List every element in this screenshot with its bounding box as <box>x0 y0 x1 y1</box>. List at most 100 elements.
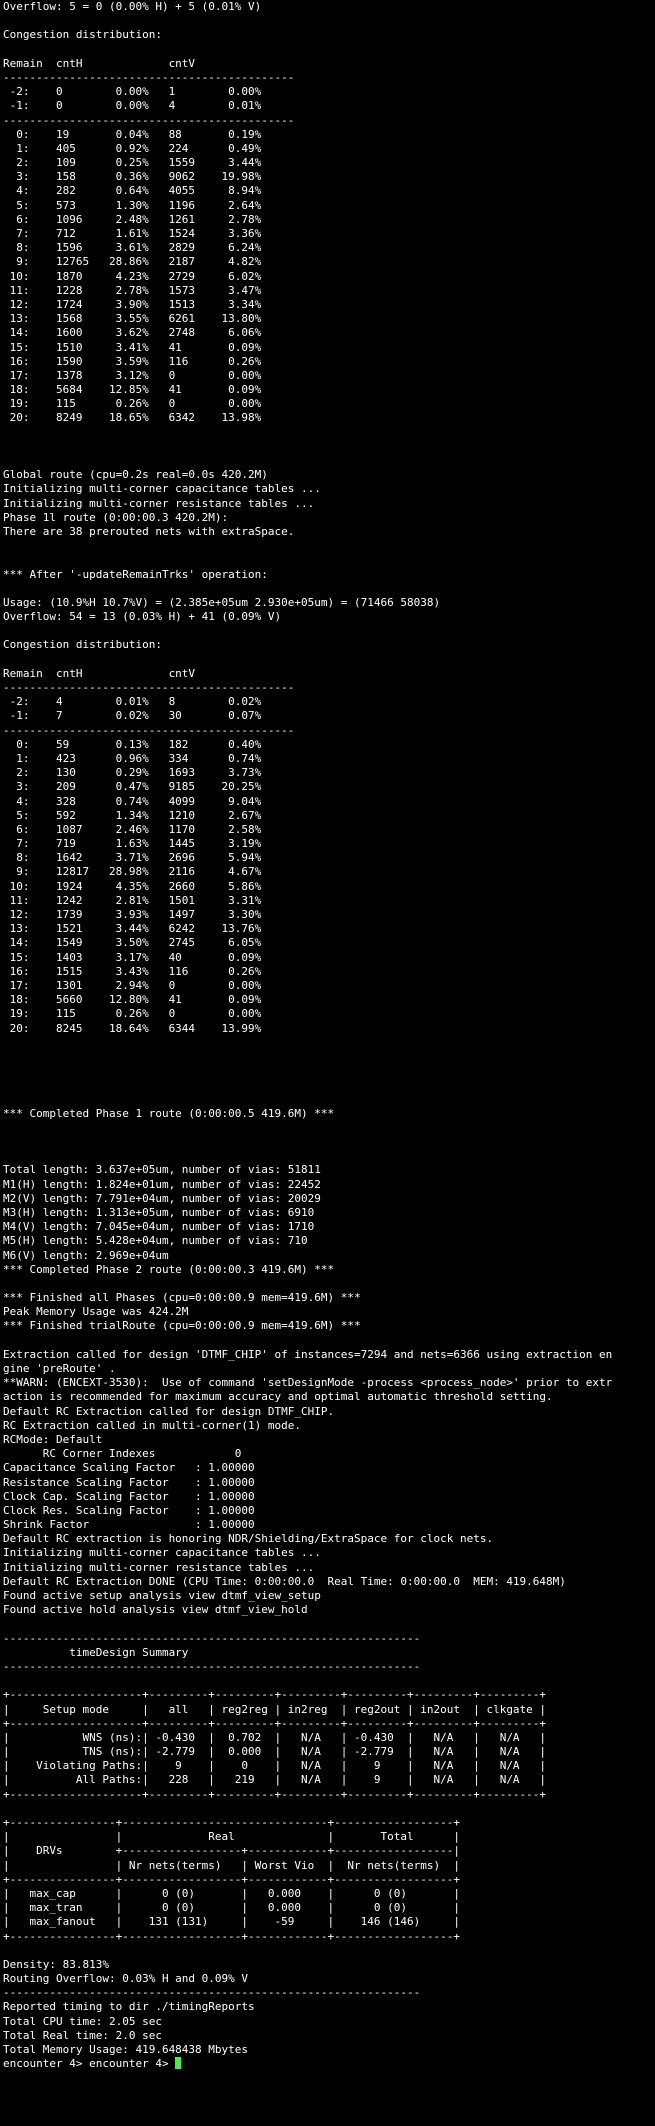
output-line: Overflow: 5 = 0 (0.00% H) + 5 (0.01% V) <box>3 0 262 13</box>
output-line: Congestion distribution: <box>3 638 162 652</box>
output-line: Total CPU time: 2.05 sec <box>3 2014 162 2028</box>
output-line: Clock Res. Scaling Factor : 1.00000 <box>3 1503 255 1517</box>
output-line: Usage: (10.9%H 10.7%V) = (2.385e+05um 2.… <box>3 595 441 609</box>
prompt-line[interactable]: encounter 4> encounter 4> <box>3 2057 655 2071</box>
output-line: -2: 4 0.01% 8 0.02% <box>3 695 262 709</box>
output-line: gine 'preRoute' . <box>3 1362 116 1375</box>
output-line: 11: 1242 2.81% 1501 3.31% <box>3 893 262 907</box>
output-line: 20: 8249 18.65% 6342 13.98% <box>3 411 262 425</box>
output-line: Total Memory Usage: 419.648438 Mbytes <box>3 2043 249 2056</box>
output-line: 17: 1301 2.94% 0 0.00% <box>3 978 262 992</box>
output-line: Initializing multi-corner capacitance ta… <box>3 1546 321 1560</box>
output-line: 10: 1870 4.23% 2729 6.02% <box>3 269 262 283</box>
output-line: RC Extraction called in multi-corner(1) … <box>3 1418 302 1432</box>
output-line: There are 38 prerouted nets with extraSp… <box>3 524 295 538</box>
output-line: **WARN: (ENCEXT-3530): Use of command 's… <box>3 1376 613 1390</box>
output-line: -2: 0 0.00% 1 0.00% <box>3 85 262 99</box>
output-line: | TNS (ns):| -2.779 | 0.000 | N/A | -2.7… <box>3 1745 547 1759</box>
output-line: *** Finished all Phases (cpu=0:00:00.9 m… <box>3 1291 361 1305</box>
output-line: Density: 83.813% <box>3 1957 109 1971</box>
output-line: M2(V) length: 7.791e+04um, number of via… <box>3 1191 321 1205</box>
output-line: 14: 1600 3.62% 2748 6.06% <box>3 326 262 340</box>
output-line: Initializing multi-corner resistance tab… <box>3 496 315 510</box>
output-line: | Setup mode | all | reg2reg | in2reg | … <box>3 1702 547 1716</box>
output-line: | Violating Paths:| 9 | 0 | N/A | 9 | N/… <box>3 1759 547 1773</box>
output-line: 8: 1596 3.61% 2829 6.24% <box>3 241 262 255</box>
output-line: 16: 1515 3.43% 116 0.26% <box>3 964 262 978</box>
output-line: 10: 1924 4.35% 2660 5.86% <box>3 879 262 893</box>
output-line: action is recommended for maximum accura… <box>3 1390 553 1404</box>
output-line: 11: 1228 2.78% 1573 3.47% <box>3 283 262 297</box>
output-line: Phase 1l route (0:00:00.3 420.2M): <box>3 510 229 524</box>
output-line: 2: 109 0.25% 1559 3.44% <box>3 156 262 170</box>
output-line: Total length: 3.637e+05um, number of via… <box>3 1163 321 1177</box>
output-line: Extraction called for design 'DTMF_CHIP'… <box>3 1347 613 1361</box>
output-line: | | Nr nets(terms) | Worst Vio | Nr nets… <box>3 1858 460 1872</box>
output-line: 5: 592 1.34% 1210 2.67% <box>3 808 262 822</box>
text-cursor <box>175 2057 182 2070</box>
output-line: Default RC extraction is honoring NDR/Sh… <box>3 1532 494 1546</box>
output-line: RC Corner Indexes 0 <box>3 1447 242 1461</box>
output-line: 15: 1510 3.41% 41 0.09% <box>3 340 262 354</box>
output-line: ----------------------------------------… <box>3 1631 421 1645</box>
output-line: Capacitance Scaling Factor : 1.00000 <box>3 1461 255 1475</box>
output-line: timeDesign Summary <box>3 1645 189 1659</box>
output-line: Routing Overflow: 0.03% H and 0.09% V <box>3 1972 249 1986</box>
output-line: +--------------------+---------+--------… <box>3 1787 547 1801</box>
output-line: M4(V) length: 7.045e+04um, number of via… <box>3 1220 315 1234</box>
output-line: 7: 712 1.61% 1524 3.36% <box>3 227 262 240</box>
output-line: Global route (cpu=0.2s real=0.0s 420.2M) <box>3 468 268 482</box>
output-line: -1: 7 0.02% 30 0.07% <box>3 709 262 723</box>
output-line: 3: 209 0.47% 9185 20.25% <box>3 780 262 794</box>
output-line: 18: 5684 12.85% 41 0.09% <box>3 383 262 397</box>
output-line: Overflow: 54 = 13 (0.03% H) + 41 (0.09% … <box>3 610 282 624</box>
output-line: | max_cap | 0 (0) | 0.000 | 0 (0) | <box>3 1886 460 1900</box>
output-line: 19: 115 0.26% 0 0.00% <box>3 1007 262 1021</box>
output-line: Congestion distribution: <box>3 28 162 42</box>
output-line: | All Paths:| 228 | 219 | N/A | 9 | N/A … <box>3 1773 547 1787</box>
output-line: | DRVs +------------------+------------+… <box>3 1844 460 1858</box>
terminal-output: Overflow: 5 = 0 (0.00% H) + 5 (0.01% V) C… <box>3 0 655 2057</box>
output-line: +----------------+------------------+---… <box>3 1872 460 1886</box>
output-line: 5: 573 1.30% 1196 2.64% <box>3 198 262 212</box>
output-line: 2: 130 0.29% 1693 3.73% <box>3 766 262 780</box>
output-line: 9: 12765 28.86% 2187 4.82% <box>3 255 262 269</box>
output-line: Found active hold analysis view dtmf_vie… <box>3 1603 308 1617</box>
output-line: 1: 405 0.92% 224 0.49% <box>3 141 262 155</box>
prompt-text: encounter 4> encounter 4> <box>3 2057 176 2071</box>
output-line: Default RC Extraction DONE (CPU Time: 0:… <box>3 1574 566 1588</box>
output-line: 1: 423 0.96% 334 0.74% <box>3 751 262 765</box>
output-line: -1: 0 0.00% 4 0.01% <box>3 99 262 113</box>
output-line: ----------------------------------------… <box>3 1659 421 1673</box>
output-line: *** After '-updateRemainTrks' operation: <box>3 567 268 581</box>
output-line: 0: 19 0.04% 88 0.19% <box>3 127 262 141</box>
output-line: Initializing multi-corner resistance tab… <box>3 1560 315 1574</box>
output-line: 13: 1521 3.44% 6242 13.76% <box>3 922 262 936</box>
output-line: +----------------+----------------------… <box>3 1816 460 1829</box>
output-line: RCMode: Default <box>3 1432 103 1446</box>
output-line: M3(H) length: 1.313e+05um, number of via… <box>3 1205 315 1219</box>
output-line: Initializing multi-corner capacitance ta… <box>3 482 321 496</box>
output-line: *** Completed Phase 1 route (0:00:00.5 4… <box>3 1106 335 1120</box>
output-line: Peak Memory Usage was 424.2M <box>3 1305 189 1319</box>
output-line: M6(V) length: 2.969e+04um <box>3 1248 169 1262</box>
output-line: 13: 1568 3.55% 6261 13.80% <box>3 312 262 326</box>
terminal-window[interactable]: Overflow: 5 = 0 (0.00% H) + 5 (0.01% V) C… <box>0 0 655 2126</box>
